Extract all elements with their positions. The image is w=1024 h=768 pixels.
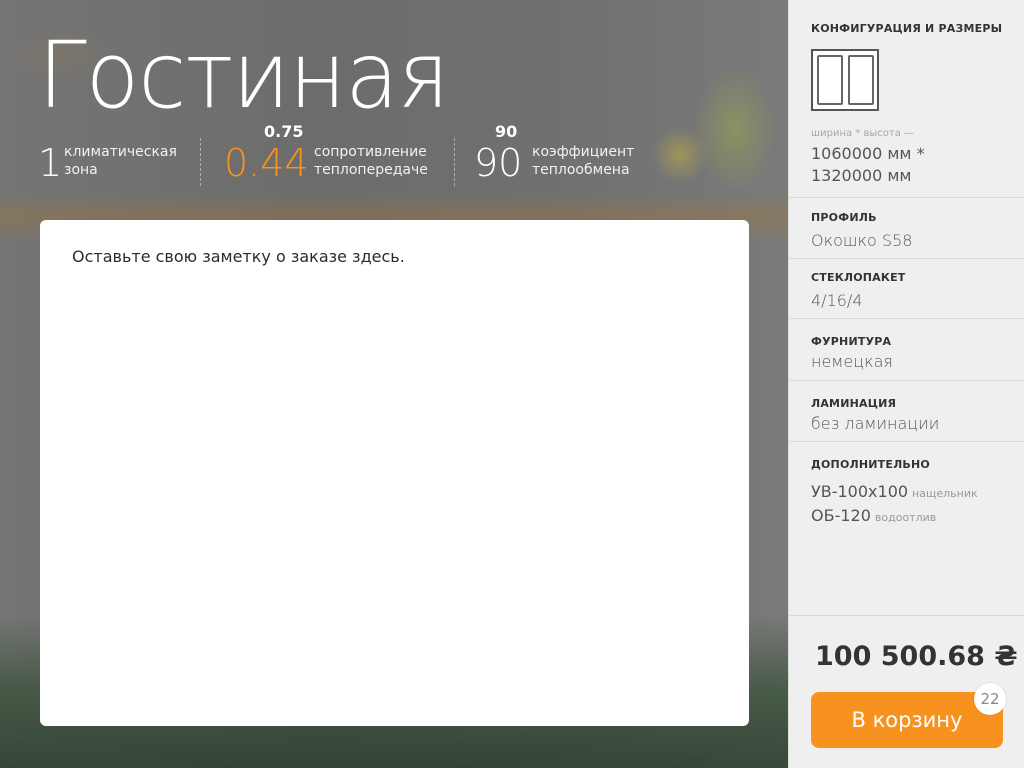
- profile-section[interactable]: ПРОФИЛЬ Окошко S58: [811, 211, 1024, 250]
- extra-item-code: ОБ-120: [811, 506, 871, 525]
- extra-item: ОБ-120 водоотлив: [811, 505, 1024, 529]
- dimensions-width: 1060000 мм *: [811, 144, 925, 163]
- hardware-title: ФУРНИТУРА: [811, 335, 892, 348]
- order-summary-panel: КОНФИГУРАЦИЯ И РАЗМЕРЫ ширина * высота —…: [788, 0, 1024, 768]
- profile-value: Окошко S58: [811, 231, 913, 250]
- extra-title: ДОПОЛНИТЕЛЬНО: [811, 458, 930, 471]
- profile-title: ПРОФИЛЬ: [811, 211, 877, 224]
- panel-divider: [789, 197, 1024, 198]
- coefficient-label-2: теплообмена: [532, 162, 630, 178]
- hardware-value: немецкая: [811, 352, 893, 371]
- panel-divider: [789, 441, 1024, 442]
- extra-item-hint: нащельник: [912, 487, 978, 500]
- room-title: Гостиная: [38, 22, 450, 129]
- resistance-value: 0.44: [224, 141, 309, 185]
- config-section: КОНФИГУРАЦИЯ И РАЗМЕРЫ: [811, 22, 1024, 35]
- glass-title: СТЕКЛОПАКЕТ: [811, 271, 906, 284]
- climate-zone-label-2: зона: [64, 162, 98, 178]
- lamination-section[interactable]: ЛАМИНАЦИЯ без ламинации: [811, 397, 1024, 433]
- lamination-value: без ламинации: [811, 414, 940, 433]
- glass-section[interactable]: СТЕКЛОПАКЕТ 4/16/4: [811, 271, 1024, 310]
- hardware-section[interactable]: ФУРНИТУРА немецкая: [811, 335, 1024, 371]
- climate-zone-value: 1: [38, 141, 63, 185]
- extra-item: УВ-100х100 нащельник: [811, 481, 1024, 505]
- resistance-target: 0.75: [264, 122, 304, 141]
- lamination-title: ЛАМИНАЦИЯ: [811, 397, 897, 410]
- stat-divider: [200, 138, 201, 186]
- coefficient-label-1: коэффициент: [532, 144, 635, 160]
- config-title: КОНФИГУРАЦИЯ И РАЗМЕРЫ: [811, 22, 1003, 35]
- resistance-label-1: сопротивление: [314, 144, 427, 160]
- order-note-card: [40, 220, 749, 726]
- order-note-input[interactable]: [40, 220, 749, 726]
- extra-item-hint: водоотлив: [874, 511, 937, 524]
- total-price: 100 500.68 ₴: [815, 641, 1018, 672]
- double-window-icon[interactable]: [811, 49, 879, 111]
- cart-count-badge[interactable]: 22: [974, 683, 1006, 715]
- resistance-label-2: теплопередаче: [314, 162, 428, 178]
- panel-divider: [789, 318, 1024, 319]
- extra-item-code: УВ-100х100: [811, 482, 909, 501]
- panel-divider: [789, 258, 1024, 259]
- climate-zone-label-1: климатическая: [64, 144, 177, 160]
- dimensions-label: ширина * высота —: [811, 128, 915, 139]
- window-pane-right: [848, 55, 874, 105]
- glass-value: 4/16/4: [811, 291, 863, 310]
- dimensions-height: 1320000 мм: [811, 166, 912, 185]
- extra-section[interactable]: ДОПОЛНИТЕЛЬНО УВ-100х100 нащельник ОБ-120…: [811, 458, 1024, 529]
- panel-divider: [789, 615, 1024, 616]
- dimensions-section: ширина * высота — 1060000 мм * 1320000 м…: [811, 128, 1024, 187]
- coefficient-value: 90: [474, 141, 523, 185]
- stat-divider: [454, 138, 455, 186]
- coefficient-target: 90: [495, 122, 518, 141]
- panel-divider: [789, 380, 1024, 381]
- window-pane-left: [817, 55, 843, 105]
